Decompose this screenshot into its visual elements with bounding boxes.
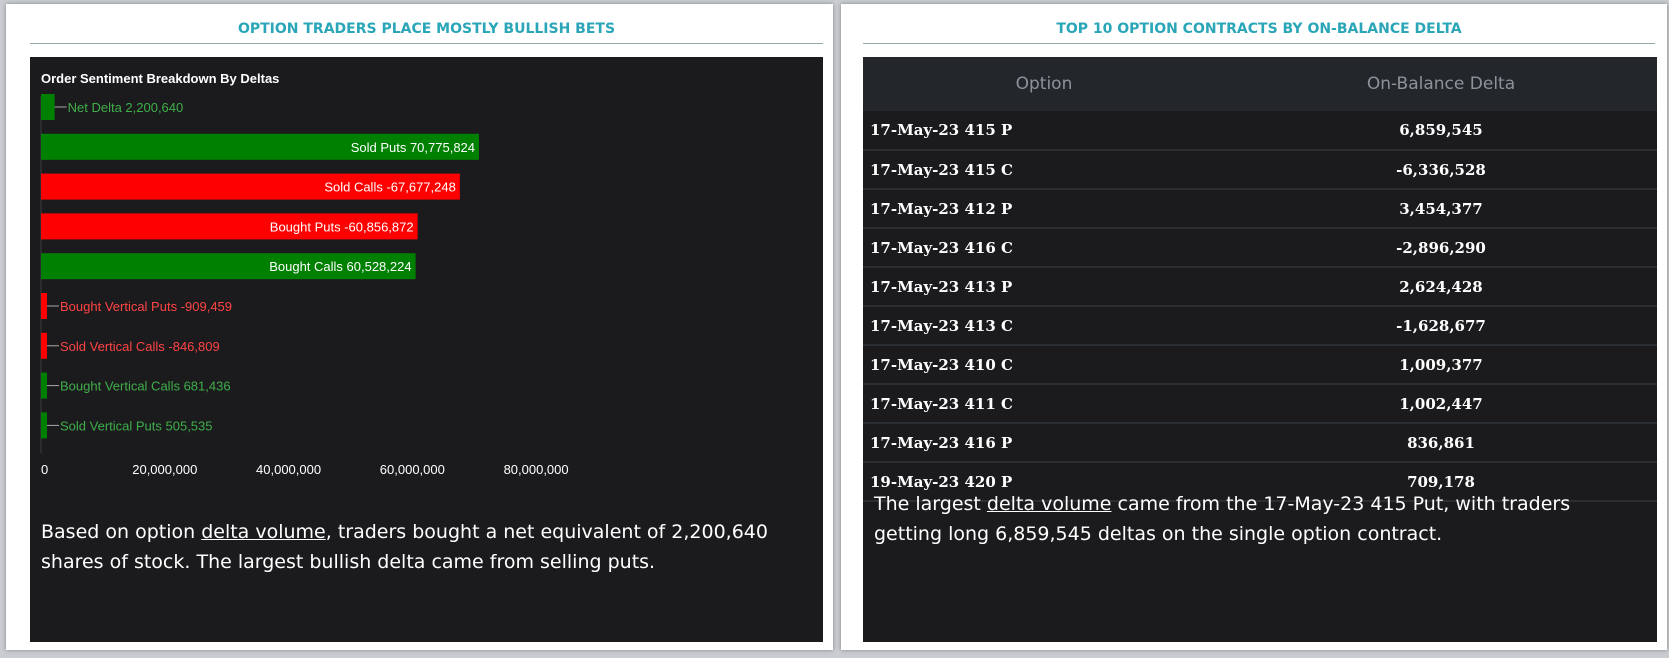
delta-cell: 1,009,377 (1225, 345, 1657, 385)
bar (41, 293, 47, 319)
x-tick-label: 40,000,000 (256, 462, 321, 477)
table-row: 17-May-23 411 C 1,002,447 (863, 384, 1657, 424)
delta-volume-link[interactable]: delta volume (987, 493, 1112, 515)
delta-cell: 1,002,447 (1225, 384, 1657, 424)
table-row: 17-May-23 413 C -1,628,677 (863, 306, 1657, 346)
bar-data-label: Sold Vertical Calls -846,809 (60, 339, 220, 354)
delta-volume-link[interactable]: delta volume (201, 521, 326, 543)
column-header-delta: On-Balance Delta (1225, 57, 1657, 111)
delta-cell: -6,336,528 (1225, 150, 1657, 190)
bar-data-label: Sold Vertical Puts 505,535 (60, 418, 213, 433)
option-cell: 17-May-23 415 P (863, 111, 1225, 151)
contracts-summary: The largest delta volume came from the 1… (874, 489, 1641, 549)
option-cell: 17-May-23 410 C (863, 345, 1225, 385)
table-header-row: Option On-Balance Delta (863, 57, 1657, 111)
bar-data-label: Bought Vertical Calls 681,436 (60, 379, 231, 394)
delta-cell: -1,628,677 (1225, 306, 1657, 346)
x-tick-label: 0 (41, 462, 48, 477)
column-header-option: Option (863, 57, 1225, 111)
panel-title: OPTION TRADERS PLACE MOSTLY BULLISH BETS (30, 14, 823, 44)
delta-cell: 2,624,428 (1225, 267, 1657, 307)
bar-data-label: Sold Puts 70,775,824 (351, 140, 475, 155)
summary-text-before: The largest (874, 493, 987, 515)
summary-text-before: Based on option (41, 521, 202, 543)
table-row: 17-May-23 413 P 2,624,428 (863, 267, 1657, 307)
bar (41, 372, 47, 399)
bar-data-label: Bought Puts -60,856,872 (270, 219, 414, 234)
chart-container: Order Sentiment Breakdown By Deltas Net … (30, 57, 823, 642)
bar (41, 412, 47, 439)
bar-data-label: Net Delta 2,200,640 (68, 100, 184, 115)
table-row: 17-May-23 415 P 6,859,545 (863, 111, 1657, 151)
table-container: Option On-Balance Delta 17-May-23 415 P6… (863, 57, 1657, 642)
x-tick-label: 60,000,000 (380, 462, 445, 477)
top-contracts-table: Option On-Balance Delta 17-May-23 415 P6… (863, 57, 1657, 502)
option-cell: 17-May-23 415 C (863, 150, 1225, 190)
option-cell: 17-May-23 413 C (863, 306, 1225, 346)
table-row: 17-May-23 415 C -6,336,528 (863, 150, 1657, 190)
bar (41, 94, 55, 120)
table-row: 17-May-23 412 P 3,454,377 (863, 189, 1657, 229)
delta-bar-chart: Net Delta 2,200,640 Sold Puts 70,775,824 S… (40, 94, 569, 477)
bar-data-label: Sold Calls -67,677,248 (324, 180, 456, 195)
delta-cell: 3,454,377 (1225, 189, 1657, 229)
sentiment-panel: OPTION TRADERS PLACE MOSTLY BULLISH BETS… (6, 4, 833, 650)
sentiment-summary: Based on option delta volume, traders bo… (41, 517, 803, 577)
option-cell: 17-May-23 416 P (863, 423, 1225, 463)
bar-data-label: Bought Calls 60,528,224 (269, 259, 411, 274)
delta-cell: 836,861 (1225, 423, 1657, 463)
bar (41, 332, 47, 359)
delta-cell: 6,859,545 (1225, 111, 1657, 151)
panel-title: TOP 10 OPTION CONTRACTS BY ON-BALANCE DE… (863, 14, 1655, 44)
table-row: 17-May-23 416 P 836,861 (863, 423, 1657, 463)
table-row: 17-May-23 416 C -2,896,290 (863, 228, 1657, 268)
table-row: 17-May-23 410 C 1,009,377 (863, 345, 1657, 385)
x-tick-label: 80,000,000 (504, 462, 569, 477)
delta-cell: -2,896,290 (1225, 228, 1657, 268)
x-tick-label: 20,000,000 (132, 462, 197, 477)
option-cell: 17-May-23 412 P (863, 189, 1225, 229)
option-cell: 17-May-23 413 P (863, 267, 1225, 307)
option-cell: 17-May-23 411 C (863, 384, 1225, 424)
bar-data-label: Bought Vertical Puts -909,459 (60, 299, 232, 314)
top-contracts-panel: TOP 10 OPTION CONTRACTS BY ON-BALANCE DE… (841, 4, 1667, 650)
option-cell: 17-May-23 416 C (863, 228, 1225, 268)
